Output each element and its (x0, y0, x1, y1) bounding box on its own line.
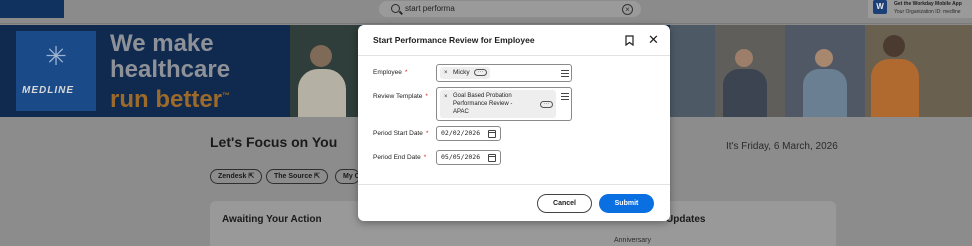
updates-row[interactable]: Anniversary (614, 237, 651, 244)
quick-link-label: The Source (274, 173, 313, 180)
banner-photo-5 (865, 25, 972, 117)
person-body (723, 69, 767, 117)
banner-photo-2 (670, 25, 715, 117)
employee-label: Employee * (373, 69, 407, 76)
person-vest (871, 59, 919, 117)
template-chip: × Goal Based Probation Performance Revie… (440, 90, 556, 118)
person-head (735, 49, 753, 67)
date-text: It's Friday, 6 March, 2026 (726, 141, 838, 152)
cancel-button[interactable]: Cancel (537, 194, 592, 213)
slogan-line-1: We make (110, 30, 214, 57)
template-label: Review Template * (373, 93, 428, 100)
top-bar: start performa × W Get the Workday Mobil… (0, 0, 972, 24)
workday-app-icon: W (873, 0, 887, 14)
medline-wordmark: MEDLINE (22, 85, 74, 96)
review-template-field[interactable]: × Goal Based Probation Performance Revie… (436, 87, 572, 121)
person-head (815, 49, 833, 67)
banner-slogan: We make healthcare run better™ (110, 31, 230, 113)
search-bar[interactable]: start performa × (378, 0, 642, 18)
template-line-3: APAC (453, 109, 469, 115)
mobile-app-promo[interactable]: W Get the Workday Mobile App Your Organi… (868, 0, 972, 18)
required-marker: * (425, 93, 428, 100)
start-date-label: Period Start Date * (373, 130, 428, 137)
person-body (803, 69, 847, 117)
updates-title: Updates (666, 214, 706, 225)
submit-button[interactable]: Submit (599, 194, 654, 213)
employee-chip: × Micky ··· (440, 67, 490, 79)
end-date-label-text: Period End Date (373, 154, 421, 161)
more-icon[interactable]: ··· (540, 101, 553, 108)
person-head (310, 45, 332, 67)
more-icon[interactable]: ··· (474, 69, 487, 76)
end-date-label: Period End Date * (373, 154, 426, 161)
calendar-icon[interactable] (488, 130, 496, 138)
search-icon (391, 4, 400, 13)
start-date-label-text: Period Start Date (373, 130, 423, 137)
search-input[interactable]: start performa (405, 4, 455, 13)
end-date-input[interactable]: 05/05/2026 (436, 150, 501, 165)
employee-field[interactable]: × Micky ··· (436, 64, 572, 82)
quick-link-the-source[interactable]: The Source ⇱ (266, 169, 328, 184)
awaiting-action-title: Awaiting Your Action (222, 214, 322, 225)
person-body (298, 69, 346, 117)
employee-value: Micky (453, 69, 470, 76)
required-marker: * (423, 154, 427, 161)
slogan-line-2: healthcare (110, 56, 231, 83)
template-label-text: Review Template (373, 93, 423, 100)
divider (358, 184, 670, 185)
medline-star-icon: ✳ (45, 41, 67, 71)
divider (358, 55, 670, 56)
person-head (883, 35, 905, 57)
external-link-icon: ⇱ (248, 173, 255, 180)
banner-photo-4 (785, 25, 865, 117)
required-marker: * (425, 130, 429, 137)
template-value: Goal Based Probation Performance Review … (453, 92, 512, 116)
banner-photo-3 (715, 25, 785, 117)
start-date-value: 02/02/2026 (441, 129, 481, 137)
home-logo[interactable] (0, 0, 64, 18)
slogan-line-3: run better (110, 86, 223, 113)
dialog-title: Start Performance Review for Employee (373, 35, 535, 45)
remove-template-icon[interactable]: × (444, 94, 448, 100)
quick-link-label: Zendesk (218, 173, 247, 180)
app-promo-title: Get the Workday Mobile App (894, 1, 962, 7)
medline-logo: ✳ MEDLINE (16, 31, 96, 111)
employee-label-text: Employee (373, 69, 402, 76)
calendar-icon[interactable] (488, 154, 496, 162)
menu-icon[interactable] (561, 70, 569, 77)
quick-link-my[interactable]: My C (335, 169, 360, 184)
page-title: Let's Focus on You (210, 134, 338, 150)
template-line-2: Performance Review - (453, 101, 513, 107)
start-review-dialog: Start Performance Review for Employee ✕ … (358, 25, 670, 221)
required-marker: * (404, 69, 408, 76)
bookmark-icon[interactable] (625, 35, 634, 46)
close-icon[interactable]: ✕ (648, 33, 659, 47)
external-link-icon: ⇱ (314, 173, 320, 180)
workday-home: start performa × W Get the Workday Mobil… (0, 0, 972, 246)
start-date-input[interactable]: 02/02/2026 (436, 126, 501, 141)
menu-icon[interactable] (561, 93, 569, 100)
app-promo-subtitle: Your Organization ID: medline (894, 9, 961, 15)
banner-photo-1 (290, 25, 360, 117)
template-line-1: Goal Based Probation (453, 93, 512, 99)
clear-search-icon[interactable]: × (622, 4, 633, 15)
trademark: ™ (222, 91, 231, 100)
end-date-value: 05/05/2026 (441, 153, 481, 161)
remove-employee-icon[interactable]: × (444, 70, 448, 76)
quick-link-zendesk[interactable]: Zendesk ⇱ (210, 169, 263, 184)
